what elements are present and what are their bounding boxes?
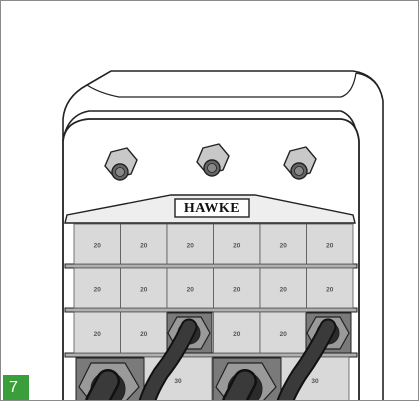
module-cell: 20 bbox=[259, 267, 307, 309]
module-size-label: 20 bbox=[280, 243, 288, 250]
module-size-label: 20 bbox=[233, 243, 241, 250]
module-cell: 20 bbox=[306, 223, 354, 265]
module-size-label: 20 bbox=[187, 243, 195, 250]
module-cell: 20 bbox=[306, 267, 354, 309]
module-cell: 20 bbox=[166, 267, 214, 309]
brand-label: HAWKE bbox=[184, 201, 240, 216]
row-divider-2 bbox=[64, 307, 358, 313]
module-cell: 20 bbox=[120, 267, 168, 309]
module-cell: 20 bbox=[166, 223, 214, 265]
module-cell: 20 bbox=[120, 223, 168, 265]
module-cell: 20 bbox=[213, 311, 261, 354]
transit-frame-illustration: HAWKE 20 20 20 20 20 20 20 20 20 20 20 20 20 20 20 20 30… bbox=[62, 70, 384, 400]
module-size-label: 20 bbox=[326, 243, 334, 250]
cable-c-fill bbox=[87, 371, 118, 400]
module-size-label: 20 bbox=[94, 331, 102, 338]
module-size-label: 20 bbox=[280, 287, 288, 294]
module-size-label: 20 bbox=[140, 287, 148, 294]
module-size-label: 20 bbox=[140, 331, 148, 338]
module-size-label: 20 bbox=[187, 287, 195, 294]
module-cell: 20 bbox=[73, 267, 121, 309]
module-cell: 20 bbox=[259, 311, 307, 354]
module-size-label: 20 bbox=[233, 287, 241, 294]
module-size-label: 30 bbox=[311, 378, 319, 385]
module-cell: 20 bbox=[259, 223, 307, 265]
step-number-badge: 7 bbox=[3, 375, 29, 400]
module-size-label: 20 bbox=[140, 243, 148, 250]
cable-d-fill bbox=[224, 371, 255, 400]
module-cell: 20 bbox=[213, 267, 261, 309]
module-size-label: 30 bbox=[174, 378, 182, 385]
module-cell: 20 bbox=[120, 311, 168, 354]
module-size-label: 20 bbox=[326, 287, 334, 294]
module-size-label: 20 bbox=[94, 287, 102, 294]
row-divider-1 bbox=[64, 263, 358, 269]
module-cell: 20 bbox=[73, 223, 121, 265]
module-size-label: 20 bbox=[94, 243, 102, 250]
module-cell: 20 bbox=[73, 311, 121, 354]
module-size-label: 20 bbox=[233, 331, 241, 338]
module-cell: 20 bbox=[213, 223, 261, 265]
module-size-label: 20 bbox=[280, 331, 288, 338]
figure-frame: HAWKE 20 20 20 20 20 20 20 20 20 20 20 20 20 20 20 20 30… bbox=[0, 0, 419, 401]
